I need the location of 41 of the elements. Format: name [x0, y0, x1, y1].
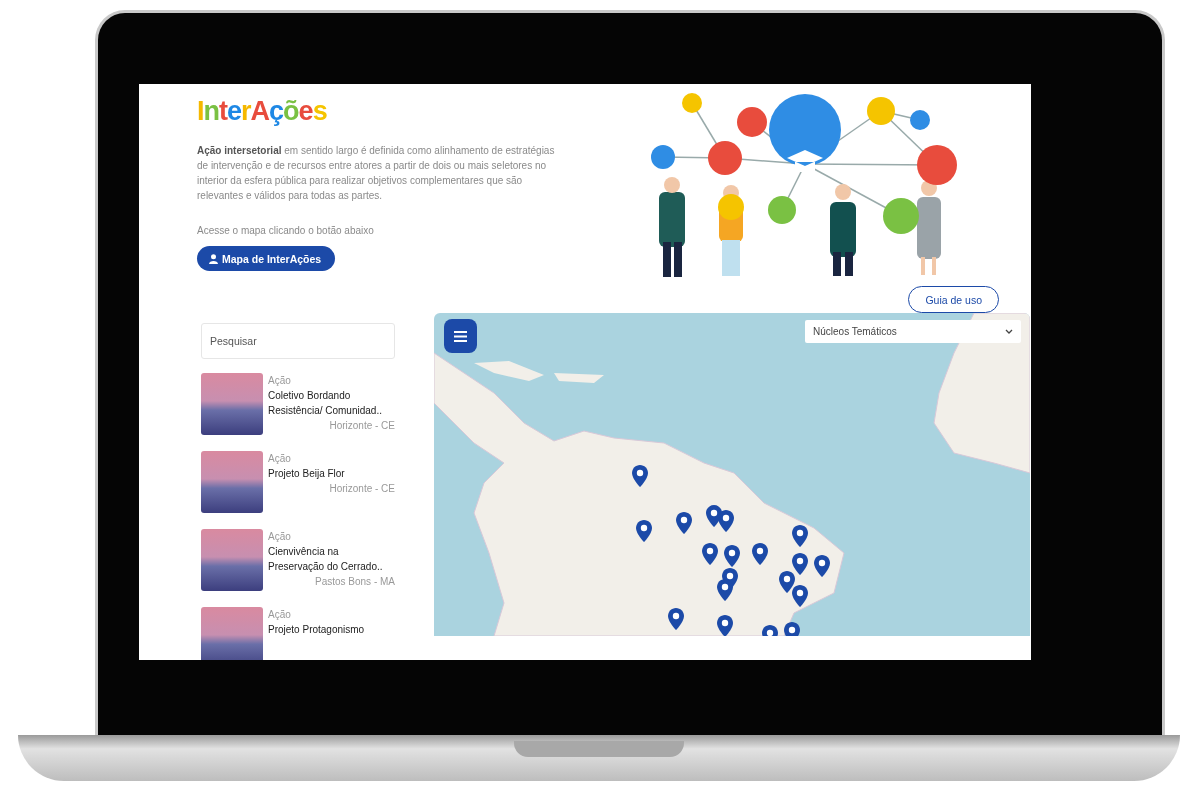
location-pin-icon[interactable] — [814, 555, 830, 577]
item-type: Ação — [268, 608, 292, 622]
logo: InterAções — [197, 96, 328, 127]
location-pin-icon[interactable] — [702, 543, 718, 565]
location-pin-icon[interactable] — [668, 608, 684, 630]
item-location: Horizonte - CE — [328, 482, 395, 496]
intro-paragraph: Ação intersetorial em sentido largo é definida como alinhamento de estratégias de intervenção e de recursos entre atores a partir de dois ou mais seletores no interior da esfera pública para realizar objetivos complementares que são relevantes e válidos para todas as partes. — [197, 144, 556, 203]
item-title[interactable]: Cienvivência na Preservação do Cerrado.. — [268, 544, 395, 574]
location-pin-icon[interactable] — [632, 465, 648, 487]
photo-placeholder — [201, 607, 263, 660]
photo-placeholder — [201, 529, 263, 591]
location-pin-icon[interactable] — [779, 571, 795, 593]
theme-select[interactable]: Núcleos Temáticos — [805, 320, 1021, 343]
location-pin-icon[interactable] — [792, 585, 808, 607]
menu-icon — [454, 330, 467, 342]
item-title[interactable]: Projeto Beija Flor — [268, 466, 395, 481]
item-type: Ação — [268, 374, 292, 388]
map-button[interactable]: Mapa de InterAções — [197, 246, 336, 271]
chevron-down-icon — [1005, 329, 1013, 334]
item-type: Ação — [268, 452, 292, 466]
photo-placeholder — [201, 373, 263, 435]
guide-button[interactable]: Guia de uso — [908, 286, 999, 313]
item-type: Ação — [268, 530, 292, 544]
location-pin-icon[interactable] — [717, 615, 733, 636]
location-pin-icon[interactable] — [717, 579, 733, 601]
location-pin-icon[interactable] — [718, 510, 734, 532]
user-icon — [209, 253, 218, 264]
location-pin-icon[interactable] — [724, 545, 740, 567]
item-location: Pastos Bons - MA — [313, 575, 395, 589]
location-pin-icon[interactable] — [752, 543, 768, 565]
map-hint: Acesse o mapa clicando o botão abaixo — [197, 225, 375, 236]
menu-button[interactable] — [444, 319, 477, 353]
location-pin-icon[interactable] — [676, 512, 692, 534]
location-pin-icon[interactable] — [792, 525, 808, 547]
item-title[interactable]: Projeto Protagonismo — [268, 622, 395, 637]
location-pin-icon[interactable] — [792, 553, 808, 575]
photo-placeholder — [201, 451, 263, 513]
search-field[interactable]: Pesquisar — [201, 323, 395, 359]
item-location: Horizonte - CE — [328, 419, 395, 433]
item-title[interactable]: Coletivo Bordando Resistência/ Comunidad.. — [268, 388, 395, 418]
location-pin-icon[interactable] — [636, 520, 652, 542]
